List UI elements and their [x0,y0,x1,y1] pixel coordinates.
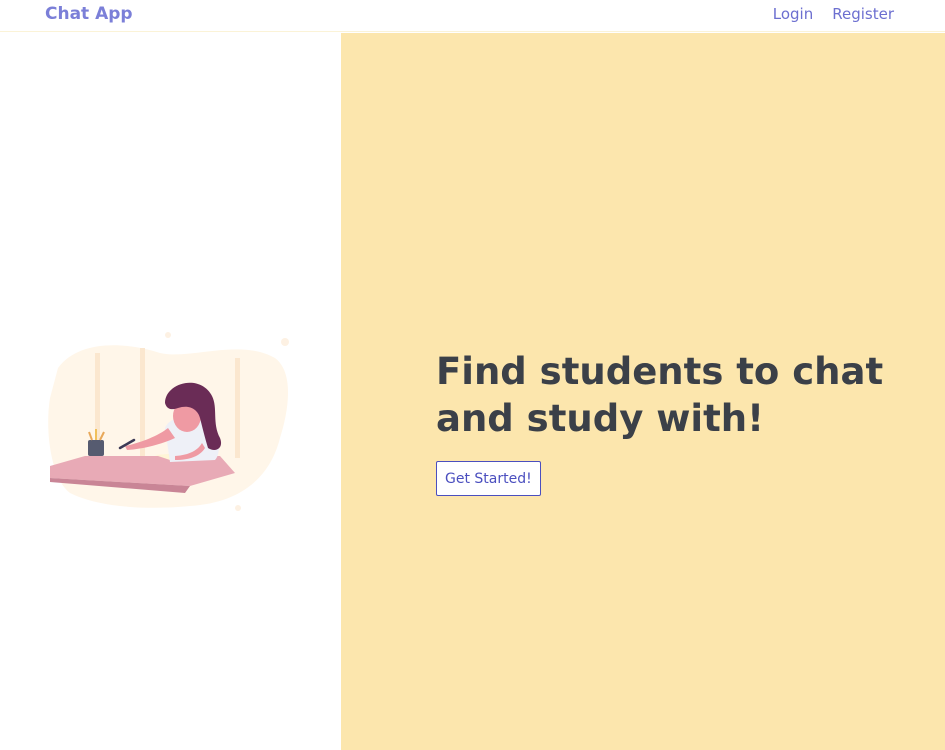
student-studying-illustration [48,332,289,511]
hero-panel: Find students to chat and study with! Ge… [341,33,945,750]
brand-logo-link[interactable]: Chat App [45,4,133,24]
top-navbar: Chat App Login Register [0,0,945,32]
pencil-cup [88,440,104,456]
login-link[interactable]: Login [773,5,813,23]
get-started-button[interactable]: Get Started! [436,461,541,496]
nav-links: Login Register [773,5,894,23]
hero-headline: Find students to chat and study with! [436,350,884,440]
register-link[interactable]: Register [832,5,894,23]
illustration-panel [0,33,341,750]
